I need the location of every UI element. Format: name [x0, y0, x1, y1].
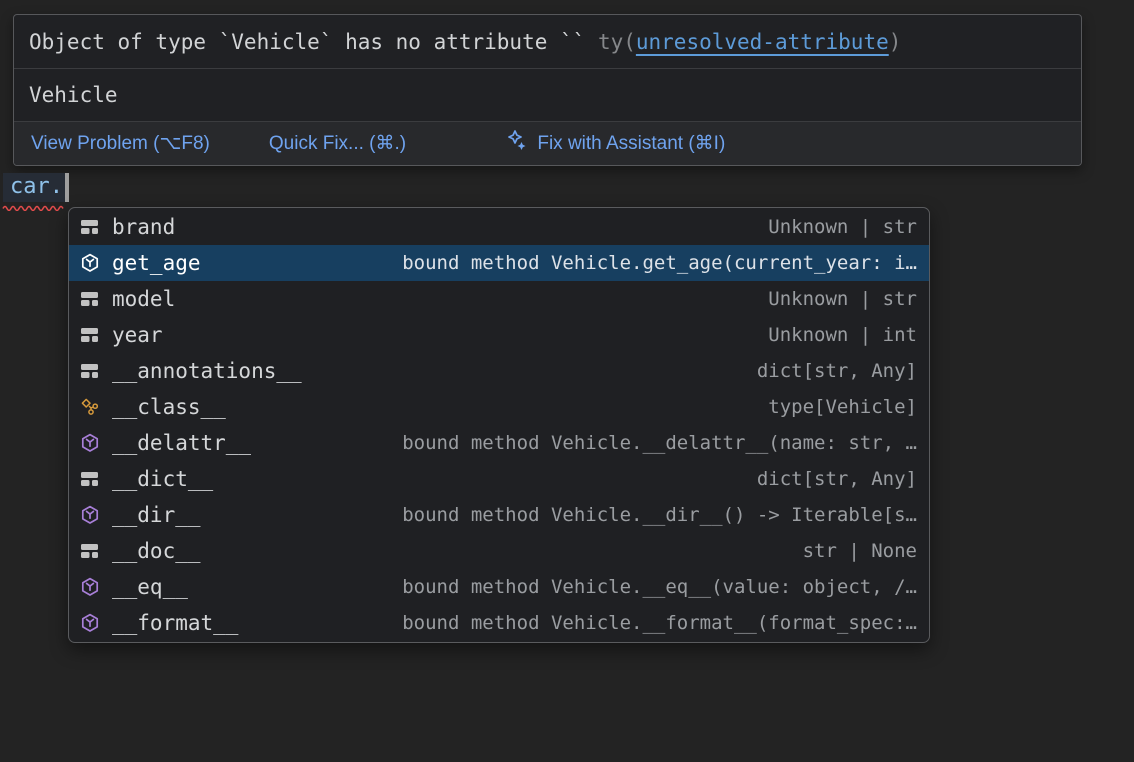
- completion-detail: bound method Vehicle.__delattr__(name: s…: [263, 432, 917, 454]
- diagnostic-popup: Object of type `Vehicle` has no attribut…: [13, 14, 1082, 166]
- completion-item-class[interactable]: __class__ type[Vehicle]: [69, 389, 929, 425]
- completion-detail: str | None: [213, 540, 917, 562]
- completion-detail: bound method Vehicle.__dir__() -> Iterab…: [213, 504, 917, 526]
- completion-label: __class__: [112, 395, 226, 419]
- completion-label: __dict__: [112, 467, 213, 491]
- error-squiggle: [2, 203, 66, 211]
- fix-with-assistant-label: Fix with Assistant (⌘I): [537, 132, 725, 155]
- completion-item-annotations[interactable]: __annotations__ dict[str, Any]: [69, 353, 929, 389]
- method-icon: [79, 253, 100, 274]
- method-icon: [79, 505, 100, 526]
- completion-detail: bound method Vehicle.get_age(current_yea…: [213, 252, 917, 274]
- field-icon: [79, 471, 100, 487]
- sparkle-icon: [465, 107, 528, 166]
- completion-detail: Unknown | str: [187, 288, 917, 310]
- lint-rule-link[interactable]: unresolved-attribute: [636, 30, 889, 54]
- method-icon: [79, 613, 100, 634]
- completion-detail: Unknown | str: [187, 216, 917, 238]
- diagnostic-type-name: Vehicle: [29, 83, 118, 107]
- completion-label: get_age: [112, 251, 201, 275]
- lint-rule-prefix: ty(: [585, 30, 636, 54]
- completion-label: __eq__: [112, 575, 188, 599]
- code-token-car[interactable]: car.: [3, 173, 65, 202]
- completion-item-dir[interactable]: __dir__ bound method Vehicle.__dir__() -…: [69, 497, 929, 533]
- completion-detail: bound method Vehicle.__eq__(value: objec…: [200, 576, 917, 598]
- quick-fix-button[interactable]: Quick Fix... (⌘.): [269, 132, 406, 155]
- completion-item-model[interactable]: model Unknown | str: [69, 281, 929, 317]
- view-problem-label: View Problem (⌥F8): [31, 132, 210, 155]
- field-icon: [79, 543, 100, 559]
- field-icon: [79, 363, 100, 379]
- completion-item-eq[interactable]: __eq__ bound method Vehicle.__eq__(value…: [69, 569, 929, 605]
- completion-detail: Unknown | int: [175, 324, 917, 346]
- diagnostic-message-row: Object of type `Vehicle` has no attribut…: [14, 15, 1081, 69]
- completion-label: year: [112, 323, 163, 347]
- editor-code-line[interactable]: car.: [3, 171, 69, 203]
- completion-item-doc[interactable]: __doc__ str | None: [69, 533, 929, 569]
- fix-with-assistant-button[interactable]: Fix with Assistant (⌘I): [465, 107, 725, 166]
- completion-detail: type[Vehicle]: [238, 396, 917, 418]
- editor-surface[interactable]: { "error_popup": { "message": "Object of…: [0, 0, 1134, 762]
- completion-label: __dir__: [112, 503, 201, 527]
- method-icon: [79, 577, 100, 598]
- completion-item-format[interactable]: __format__ bound method Vehicle.__format…: [69, 605, 929, 641]
- completion-label: __delattr__: [112, 431, 251, 455]
- completion-item-dict[interactable]: __dict__ dict[str, Any]: [69, 461, 929, 497]
- completion-item-year[interactable]: year Unknown | int: [69, 317, 929, 353]
- completion-detail: dict[str, Any]: [314, 360, 917, 382]
- completion-detail: bound method Vehicle.__format__(format_s…: [250, 612, 917, 634]
- completion-item-brand[interactable]: brand Unknown | str: [69, 209, 929, 245]
- lint-rule-suffix: ): [889, 30, 902, 54]
- completion-label: __doc__: [112, 539, 201, 563]
- diagnostic-action-bar: View Problem (⌥F8) Quick Fix... (⌘.) Fix…: [14, 122, 1081, 165]
- view-problem-button[interactable]: View Problem (⌥F8): [31, 132, 210, 155]
- diagnostic-message: Object of type `Vehicle` has no attribut…: [29, 30, 585, 54]
- text-cursor: [65, 173, 69, 202]
- completion-label: __format__: [112, 611, 238, 635]
- completion-item-get-age[interactable]: get_age bound method Vehicle.get_age(cur…: [69, 245, 929, 281]
- class-icon: [79, 398, 100, 416]
- completion-detail: dict[str, Any]: [225, 468, 917, 490]
- field-icon: [79, 219, 100, 235]
- quick-fix-label: Quick Fix... (⌘.): [269, 132, 406, 155]
- completion-label: __annotations__: [112, 359, 302, 383]
- completion-item-delattr[interactable]: __delattr__ bound method Vehicle.__delat…: [69, 425, 929, 461]
- field-icon: [79, 327, 100, 343]
- completion-label: model: [112, 287, 175, 311]
- method-icon: [79, 433, 100, 454]
- completion-dropdown: brand Unknown | str get_age bound method…: [68, 207, 930, 643]
- completion-label: brand: [112, 215, 175, 239]
- field-icon: [79, 291, 100, 307]
